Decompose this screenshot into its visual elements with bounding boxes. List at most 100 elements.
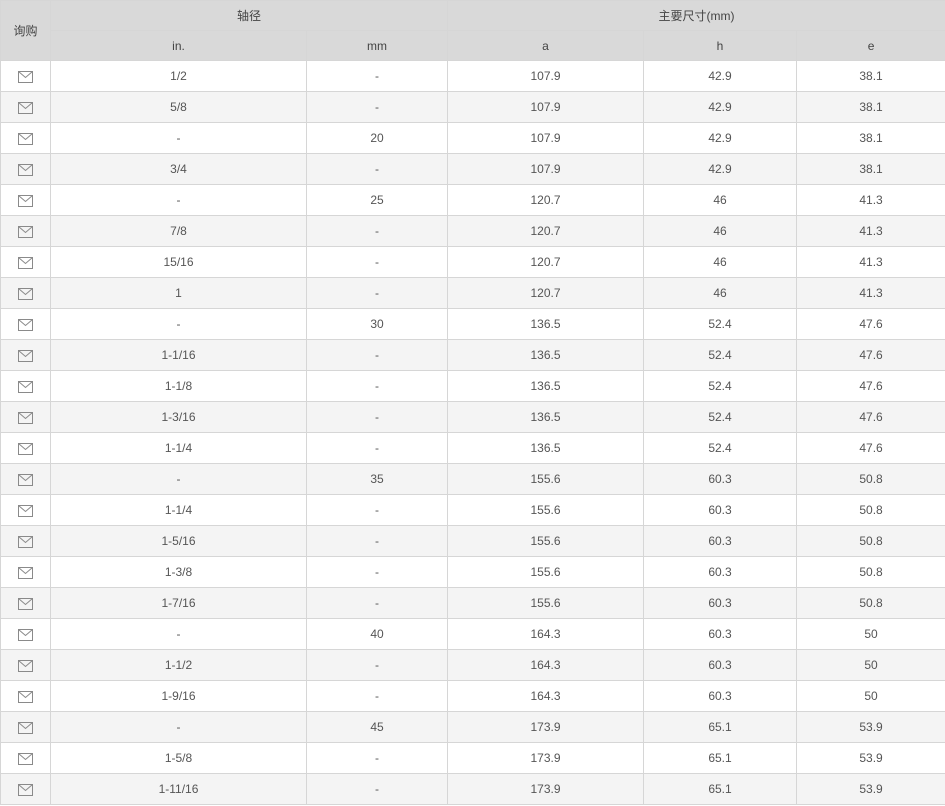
cell-h: 52.4 bbox=[643, 432, 798, 464]
table-row: 1-7/16-155.6 60.3 50.8 bbox=[0, 587, 945, 619]
mail-icon[interactable] bbox=[18, 70, 33, 83]
cell-e: 41.3 bbox=[796, 184, 945, 216]
mail-icon[interactable] bbox=[18, 659, 33, 672]
cell-e: 50 bbox=[796, 618, 945, 650]
table-row: 3/4-107.9 42.9 38.1 bbox=[0, 153, 945, 185]
cell-h: 52.4 bbox=[643, 339, 798, 371]
cell-e: 50 bbox=[796, 649, 945, 681]
cell-mm: 30 bbox=[305, 308, 449, 340]
cell-h: 46 bbox=[643, 246, 798, 278]
spec-table: 询购 轴径 主要尺寸(mm) in. mm a h e 1/2-107.9 42.… bbox=[0, 0, 945, 805]
cell-a: 155.6 bbox=[447, 525, 645, 557]
table-row: 1-1/8-136.5 52.4 47.6 bbox=[0, 370, 945, 402]
cell-mm: - bbox=[305, 494, 449, 526]
cell-a: 155.6 bbox=[447, 587, 645, 619]
mail-icon[interactable] bbox=[18, 380, 33, 393]
cell-a: 136.5 bbox=[447, 432, 645, 464]
table-row: 1-5/8-173.9 65.1 53.9 bbox=[0, 742, 945, 774]
cell-h: 60.3 bbox=[643, 618, 798, 650]
cell-mm: - bbox=[305, 339, 449, 371]
cell-e: 38.1 bbox=[796, 122, 945, 154]
table-body: 1/2-107.9 42.9 38.1 5/8-107.9 42.9 38.1-20 107… bbox=[0, 60, 945, 805]
cell-h: 60.3 bbox=[643, 525, 798, 557]
cell-in: 1-1/2 bbox=[50, 649, 307, 681]
mail-icon[interactable] bbox=[18, 721, 33, 734]
cell-in: 1-11/16 bbox=[50, 773, 307, 805]
cell-in: 1-1/16 bbox=[50, 339, 307, 371]
cell-e: 41.3 bbox=[796, 246, 945, 278]
inquiry-cell bbox=[0, 184, 51, 216]
cell-h: 42.9 bbox=[643, 91, 798, 123]
cell-in: 1-1/4 bbox=[50, 494, 307, 526]
mail-icon[interactable] bbox=[18, 256, 33, 269]
table-row: -30 136.5 52.4 47.6 bbox=[0, 308, 945, 340]
mail-icon[interactable] bbox=[18, 628, 33, 641]
cell-e: 47.6 bbox=[796, 308, 945, 340]
mail-icon[interactable] bbox=[18, 535, 33, 548]
cell-h: 52.4 bbox=[643, 308, 798, 340]
cell-a: 164.3 bbox=[447, 680, 645, 712]
cell-h: 46 bbox=[643, 277, 798, 309]
cell-a: 173.9 bbox=[447, 711, 645, 743]
mail-icon[interactable] bbox=[18, 349, 33, 362]
mail-icon[interactable] bbox=[18, 101, 33, 114]
inquiry-cell bbox=[0, 587, 51, 619]
cell-e: 47.6 bbox=[796, 432, 945, 464]
cell-in: - bbox=[50, 122, 307, 154]
inquiry-cell bbox=[0, 339, 51, 371]
shaft-diameter-header: 轴径 bbox=[49, 0, 449, 31]
mail-icon[interactable] bbox=[18, 287, 33, 300]
cell-h: 60.3 bbox=[643, 494, 798, 526]
cell-in: - bbox=[50, 618, 307, 650]
mail-icon[interactable] bbox=[18, 566, 33, 579]
mail-icon[interactable] bbox=[18, 132, 33, 145]
col-header-mm: mm bbox=[305, 30, 449, 61]
inquiry-cell bbox=[0, 215, 51, 247]
cell-in: 3/4 bbox=[50, 153, 307, 185]
cell-mm: - bbox=[305, 401, 449, 433]
inquiry-cell bbox=[0, 60, 51, 92]
cell-h: 42.9 bbox=[643, 122, 798, 154]
mail-icon[interactable] bbox=[18, 194, 33, 207]
mail-icon[interactable] bbox=[18, 163, 33, 176]
cell-in: - bbox=[50, 184, 307, 216]
cell-mm: - bbox=[305, 525, 449, 557]
cell-h: 42.9 bbox=[643, 153, 798, 185]
inquiry-cell bbox=[0, 91, 51, 123]
mail-icon[interactable] bbox=[18, 597, 33, 610]
mail-icon[interactable] bbox=[18, 783, 33, 796]
cell-a: 120.7 bbox=[447, 184, 645, 216]
cell-mm: - bbox=[305, 370, 449, 402]
mail-icon[interactable] bbox=[18, 752, 33, 765]
mail-icon[interactable] bbox=[18, 411, 33, 424]
mail-icon[interactable] bbox=[18, 473, 33, 486]
cell-a: 136.5 bbox=[447, 339, 645, 371]
cell-mm: - bbox=[305, 153, 449, 185]
cell-h: 60.3 bbox=[643, 587, 798, 619]
inquiry-cell bbox=[0, 246, 51, 278]
cell-in: 1-1/4 bbox=[50, 432, 307, 464]
cell-e: 47.6 bbox=[796, 401, 945, 433]
cell-in: 5/8 bbox=[50, 91, 307, 123]
inquiry-cell bbox=[0, 153, 51, 185]
cell-h: 60.3 bbox=[643, 649, 798, 681]
mail-icon[interactable] bbox=[18, 442, 33, 455]
cell-e: 50.8 bbox=[796, 525, 945, 557]
mail-icon[interactable] bbox=[18, 504, 33, 517]
cell-e: 50.8 bbox=[796, 587, 945, 619]
cell-a: 136.5 bbox=[447, 370, 645, 402]
mail-icon[interactable] bbox=[18, 690, 33, 703]
cell-h: 46 bbox=[643, 215, 798, 247]
cell-in: - bbox=[50, 308, 307, 340]
mail-icon[interactable] bbox=[18, 318, 33, 331]
table-row: 1-120.7 46 41.3 bbox=[0, 277, 945, 309]
cell-a: 164.3 bbox=[447, 618, 645, 650]
mail-icon[interactable] bbox=[18, 225, 33, 238]
cell-mm: - bbox=[305, 649, 449, 681]
cell-a: 107.9 bbox=[447, 153, 645, 185]
table-row: 15/16-120.7 46 41.3 bbox=[0, 246, 945, 278]
cell-e: 47.6 bbox=[796, 339, 945, 371]
cell-in: 1-3/16 bbox=[50, 401, 307, 433]
cell-in: 1-5/16 bbox=[50, 525, 307, 557]
cell-mm: - bbox=[305, 742, 449, 774]
